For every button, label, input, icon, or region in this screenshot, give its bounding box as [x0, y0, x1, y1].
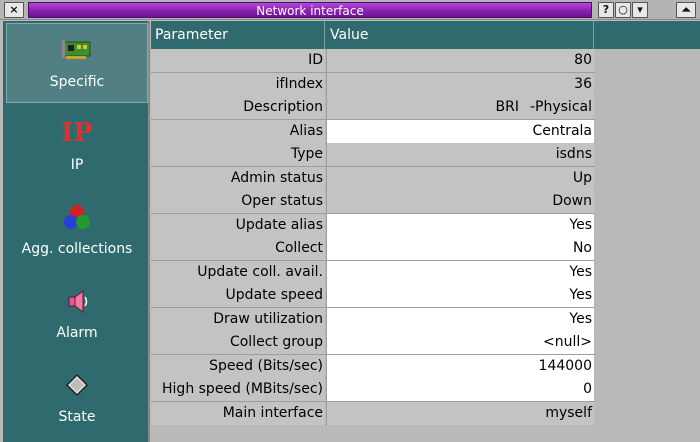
- value-cell[interactable]: 0: [326, 378, 594, 401]
- sidebar-item-label: Specific: [49, 74, 105, 90]
- sidebar-item-label: Agg. collections: [21, 241, 133, 257]
- value-cell: myself: [326, 401, 594, 425]
- table-row[interactable]: Update speed Yes: [151, 284, 595, 308]
- value-cell: Up: [326, 166, 594, 190]
- parameter-cell: Admin status: [151, 166, 325, 190]
- table-row[interactable]: Type isdns: [151, 143, 595, 167]
- table-row[interactable]: Oper status Down: [151, 190, 595, 214]
- parameter-cell: Main interface: [151, 401, 325, 425]
- parameter-table: Parameter Value ID 80 ifIndex 36 Description…: [151, 21, 700, 442]
- close-button[interactable]: ×: [4, 2, 24, 18]
- parameter-cell: Update speed: [151, 284, 325, 307]
- table-row[interactable]: High speed (MBits/sec) 0: [151, 378, 595, 402]
- value-cell: Down: [326, 190, 594, 213]
- value-part: BRI: [495, 99, 519, 115]
- table-body: ID 80 ifIndex 36 Description BRI -Physical Alia…: [151, 49, 595, 425]
- parameter-cell: Description: [151, 96, 325, 119]
- table-row[interactable]: Update alias Yes: [151, 213, 595, 237]
- value-cell[interactable]: 144000: [326, 354, 594, 378]
- table-row[interactable]: Collect No: [151, 237, 595, 261]
- value-cell: BRI -Physical: [326, 96, 594, 119]
- value-cell[interactable]: <null>: [326, 331, 594, 354]
- value-cell: 80: [326, 49, 594, 72]
- table-row[interactable]: ifIndex 36: [151, 72, 595, 96]
- diamond-icon: [65, 373, 89, 397]
- value-cell[interactable]: Yes: [326, 213, 594, 237]
- value-cell[interactable]: Yes: [326, 284, 594, 307]
- parameter-cell: Update alias: [151, 213, 325, 237]
- title-bar: × Network interface ? ○ ▾ ⏶: [0, 0, 700, 20]
- parameter-cell: Update coll. avail.: [151, 260, 325, 284]
- table-row[interactable]: Collect group <null>: [151, 331, 595, 355]
- table-row[interactable]: Speed (Bits/sec) 144000: [151, 354, 595, 378]
- minimize-button[interactable]: ▾: [632, 2, 648, 18]
- value-part: -Physical: [529, 99, 592, 115]
- column-header-value[interactable]: Value: [326, 21, 594, 49]
- table-row[interactable]: ID 80: [151, 49, 595, 73]
- shade-button[interactable]: ○: [615, 2, 631, 18]
- parameter-cell: Draw utilization: [151, 307, 325, 331]
- sidebar-item-label: Alarm: [56, 325, 98, 341]
- sidebar-item-agg-collections[interactable]: Agg. collections: [6, 191, 148, 271]
- sidebar: Specific IP IP Agg. collections Alarm St…: [3, 21, 150, 442]
- table-row[interactable]: Draw utilization Yes: [151, 307, 595, 331]
- sidebar-item-ip[interactable]: IP IP: [6, 107, 148, 187]
- parameter-cell: Collect: [151, 237, 325, 260]
- ip-icon: IP: [61, 118, 93, 148]
- parameter-cell: Speed (Bits/sec): [151, 354, 325, 378]
- window-title[interactable]: Network interface: [28, 2, 592, 18]
- maximize-button[interactable]: ⏶: [676, 2, 696, 18]
- parameter-cell: ifIndex: [151, 72, 325, 96]
- network-card-icon: [62, 40, 91, 59]
- parameter-cell: Type: [151, 143, 325, 166]
- sidebar-item-label: IP: [70, 157, 84, 173]
- parameter-cell: Alias: [151, 119, 325, 143]
- parameter-cell: Collect group: [151, 331, 325, 354]
- parameter-cell: Oper status: [151, 190, 325, 213]
- parameter-cell: ID: [151, 49, 325, 72]
- sidebar-item-state[interactable]: State: [6, 359, 148, 439]
- table-row[interactable]: Main interface myself: [151, 401, 595, 425]
- aggregate-circles-icon: [64, 205, 90, 229]
- sidebar-item-alarm[interactable]: Alarm: [6, 275, 148, 355]
- parameter-cell: High speed (MBits/sec): [151, 378, 325, 401]
- table-row[interactable]: Alias Centrala: [151, 119, 595, 143]
- column-header-parameter[interactable]: Parameter: [151, 21, 325, 49]
- help-button[interactable]: ?: [598, 2, 614, 18]
- table-row[interactable]: Description BRI -Physical: [151, 96, 595, 120]
- value-cell: 36: [326, 72, 594, 96]
- table-header: Parameter Value: [151, 21, 700, 49]
- value-cell[interactable]: No: [326, 237, 594, 260]
- value-cell: isdns: [326, 143, 594, 166]
- table-row[interactable]: Admin status Up: [151, 166, 595, 190]
- value-cell[interactable]: Centrala: [326, 119, 594, 143]
- value-cell[interactable]: Yes: [326, 307, 594, 331]
- value-cell[interactable]: Yes: [326, 260, 594, 284]
- table-row[interactable]: Update coll. avail. Yes: [151, 260, 595, 284]
- sidebar-item-label: State: [58, 409, 96, 425]
- speaker-icon: [68, 290, 88, 313]
- sidebar-item-specific[interactable]: Specific: [6, 23, 148, 103]
